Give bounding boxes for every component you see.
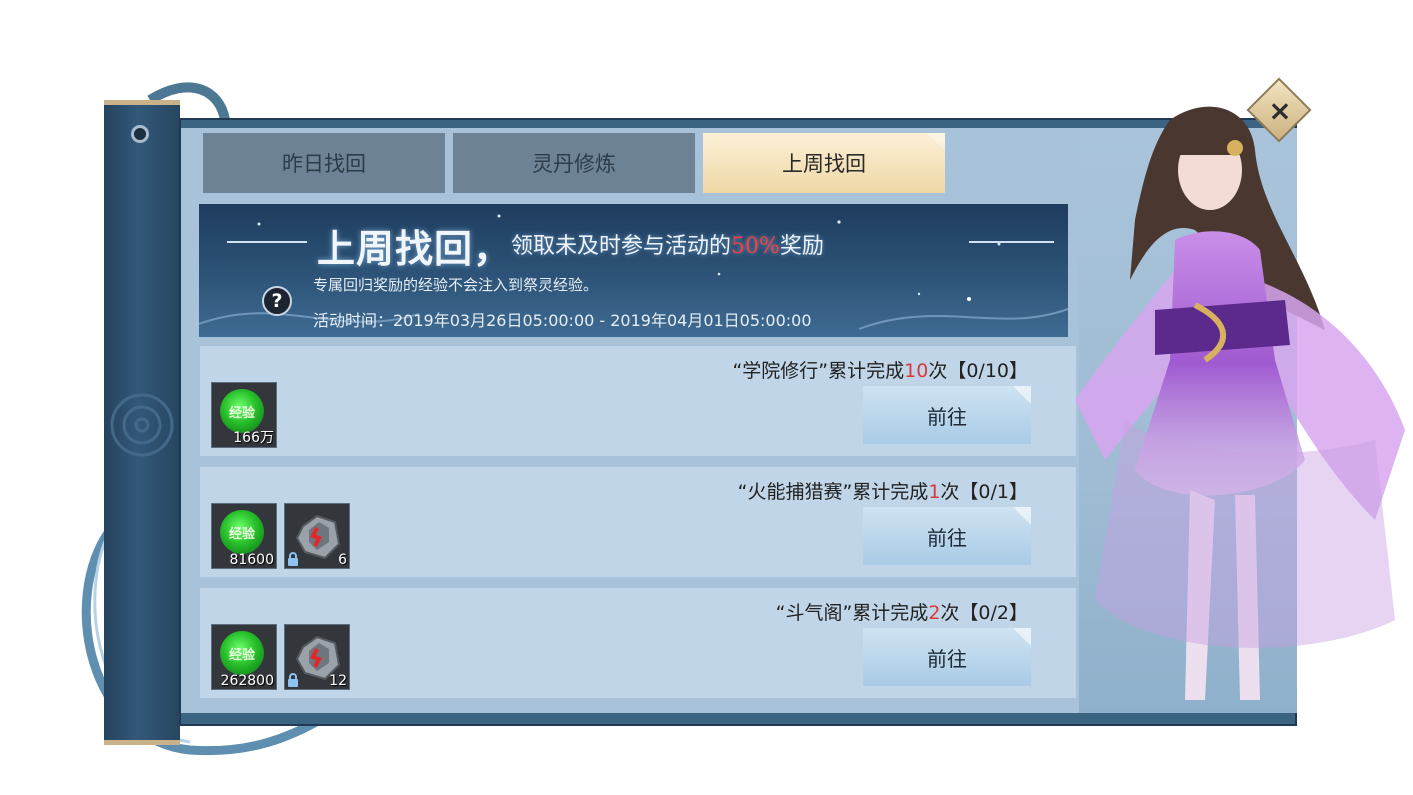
close-icon[interactable]: × bbox=[1262, 92, 1298, 128]
task-desc-pre: “学院修行”累计完成 bbox=[732, 360, 905, 382]
task-row: “斗气阁”累计完成2次【0/2】 经验 262800 12 前往 bbox=[200, 588, 1076, 698]
go-button[interactable]: 前往 bbox=[863, 507, 1031, 565]
banner-line-right bbox=[969, 241, 1054, 243]
banner-subtitle-post: 奖励 bbox=[779, 234, 824, 259]
reward-quantity: 12 bbox=[329, 673, 347, 689]
tab-label: 上周找回 bbox=[782, 152, 866, 176]
go-button-label: 前往 bbox=[927, 646, 967, 671]
scroll-rod bbox=[104, 100, 180, 745]
reward-stone-item[interactable]: 6 bbox=[284, 503, 350, 569]
task-desc-pre: “斗气阁”累计完成 bbox=[775, 602, 929, 624]
go-button[interactable]: 前往 bbox=[863, 386, 1031, 444]
reward-exp-item[interactable]: 经验 262800 bbox=[211, 624, 277, 690]
lock-icon bbox=[288, 673, 298, 687]
reward-quantity: 262800 bbox=[220, 673, 274, 689]
button-corner-decoration bbox=[1013, 628, 1031, 646]
task-desc-post: 次【0/2】 bbox=[940, 602, 1028, 624]
exp-orb-icon: 经验 bbox=[220, 631, 264, 675]
help-icon[interactable]: ? bbox=[262, 286, 292, 316]
banner-subtitle-pre: 领取未及时参与活动的 bbox=[511, 234, 732, 259]
task-desc-pre: “火能捕猎赛”累计完成 bbox=[737, 481, 929, 503]
banner-note: 专属回归奖励的经验不会注入到祭灵经验。 bbox=[313, 276, 599, 294]
banner-line-left bbox=[227, 241, 307, 243]
reward-stone-item[interactable]: 12 bbox=[284, 624, 350, 690]
button-corner-decoration bbox=[1013, 386, 1031, 404]
reward-exp-item[interactable]: 经验 166万 bbox=[211, 382, 277, 448]
character-portrait bbox=[1075, 106, 1405, 700]
task-description: “火能捕猎赛”累计完成1次【0/1】 bbox=[738, 477, 1028, 504]
stone-icon bbox=[295, 514, 341, 560]
task-desc-post: 次【0/10】 bbox=[928, 360, 1028, 382]
go-button[interactable]: 前往 bbox=[863, 628, 1031, 686]
banner-percent: 50% bbox=[731, 234, 780, 259]
banner-title: 上周找回， bbox=[317, 226, 513, 271]
go-button-label: 前往 bbox=[927, 404, 967, 429]
task-count: 10 bbox=[904, 360, 929, 382]
event-time: 活动时间：2019年03月26日05:00:00 - 2019年04月01日05… bbox=[313, 311, 812, 330]
tab-elixir-cultivation[interactable]: 灵丹修炼 bbox=[453, 133, 695, 193]
task-description: “学院修行”累计完成10次【0/10】 bbox=[732, 356, 1028, 383]
banner-subtitle: 领取未及时参与活动的50%奖励 bbox=[511, 228, 824, 260]
task-description: “斗气阁”累计完成2次【0/2】 bbox=[776, 598, 1028, 625]
tab-corner-decoration bbox=[927, 133, 945, 151]
lock-icon bbox=[288, 552, 298, 566]
tab-last-week-recovery[interactable]: 上周找回 bbox=[703, 133, 945, 193]
event-banner: 上周找回， 领取未及时参与活动的50%奖励 专属回归奖励的经验不会注入到祭灵经验… bbox=[199, 204, 1068, 337]
rod-knob bbox=[131, 125, 149, 143]
exp-orb-icon: 经验 bbox=[220, 510, 264, 554]
reward-quantity: 81600 bbox=[229, 552, 274, 568]
task-row: “学院修行”累计完成10次【0/10】 经验 166万 前往 bbox=[200, 346, 1076, 456]
reward-quantity: 6 bbox=[338, 552, 347, 568]
reward-quantity: 166万 bbox=[233, 430, 274, 446]
reward-exp-item[interactable]: 经验 81600 bbox=[211, 503, 277, 569]
task-desc-post: 次【0/1】 bbox=[940, 481, 1028, 503]
tab-label: 昨日找回 bbox=[282, 152, 366, 176]
task-count: 2 bbox=[928, 602, 941, 624]
button-corner-decoration bbox=[1013, 507, 1031, 525]
tab-label: 灵丹修炼 bbox=[532, 152, 616, 176]
swirl-decoration bbox=[110, 393, 174, 457]
task-row: “火能捕猎赛”累计完成1次【0/1】 经验 81600 6 前往 bbox=[200, 467, 1076, 577]
tab-yesterday-recovery[interactable]: 昨日找回 bbox=[203, 133, 445, 193]
task-count: 1 bbox=[928, 481, 941, 503]
go-button-label: 前往 bbox=[927, 525, 967, 550]
